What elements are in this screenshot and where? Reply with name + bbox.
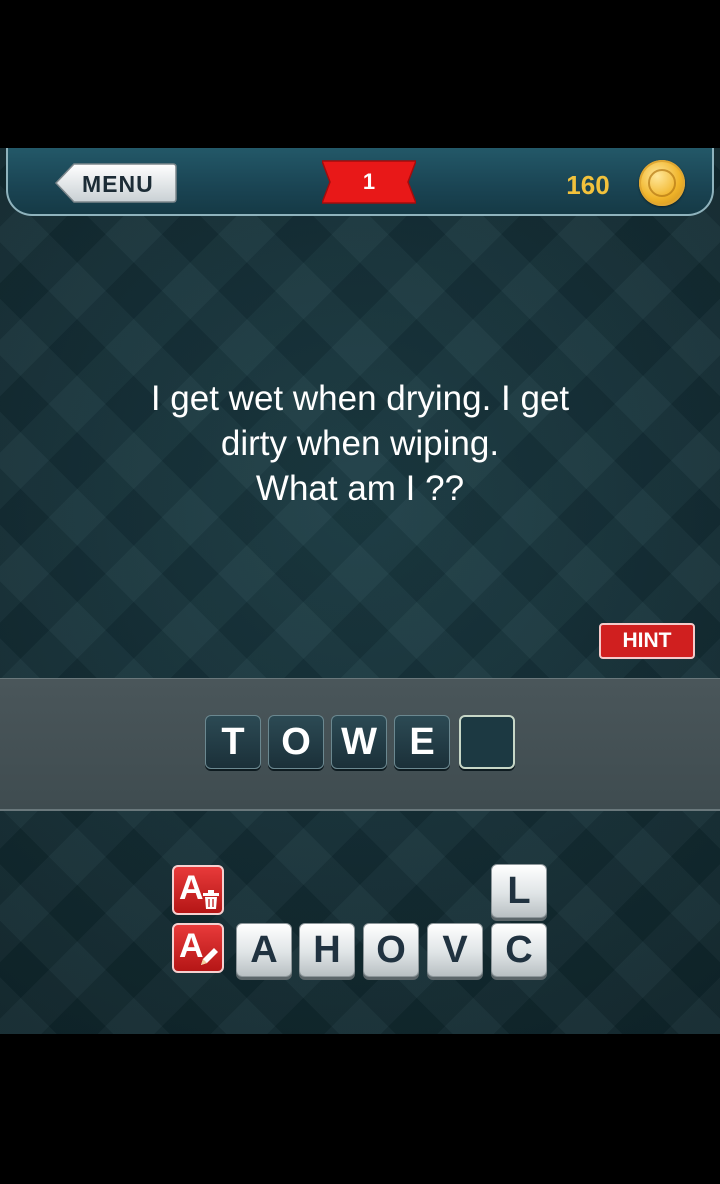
riddle-line-2: dirty when wiping.	[220, 424, 500, 463]
letter-tile[interactable]: H	[299, 923, 355, 977]
reveal-letter-button[interactable]: A	[172, 923, 224, 973]
answer-slot[interactable]: T	[205, 715, 261, 769]
trash-icon	[203, 890, 219, 909]
game-screen: MENU 1 160 I get wet when drying. I get …	[0, 148, 720, 1034]
top-bar: MENU 1 160	[6, 148, 714, 216]
riddle-line-3: What am I ??	[255, 469, 465, 508]
answer-slot-empty[interactable]	[459, 715, 515, 769]
coin-count: 160	[566, 170, 610, 200]
letter-tile[interactable]: V	[427, 923, 483, 977]
riddle-text: I get wet when drying. I get dirty when …	[90, 376, 630, 511]
answer-slot[interactable]: E	[394, 715, 450, 769]
menu-label: MENU	[82, 171, 154, 197]
hint-button[interactable]: HINT	[599, 623, 695, 659]
letter-tile[interactable]: L	[491, 864, 547, 918]
level-indicator: 1	[322, 159, 416, 205]
letter-tile[interactable]: A	[236, 923, 292, 977]
menu-button[interactable]: MENU	[54, 162, 178, 204]
remove-letters-letter: A	[179, 869, 204, 907]
remove-letters-button[interactable]: A	[172, 865, 224, 915]
answer-slot[interactable]: O	[268, 715, 324, 769]
riddle-line-1: I get wet when drying. I get	[150, 379, 570, 418]
level-number: 1	[362, 169, 376, 194]
letter-tile[interactable]: C	[491, 923, 547, 977]
letter-tile[interactable]: O	[363, 923, 419, 977]
pencil-icon	[201, 948, 218, 965]
coin-icon[interactable]	[639, 160, 685, 206]
answer-slot[interactable]: W	[331, 715, 387, 769]
